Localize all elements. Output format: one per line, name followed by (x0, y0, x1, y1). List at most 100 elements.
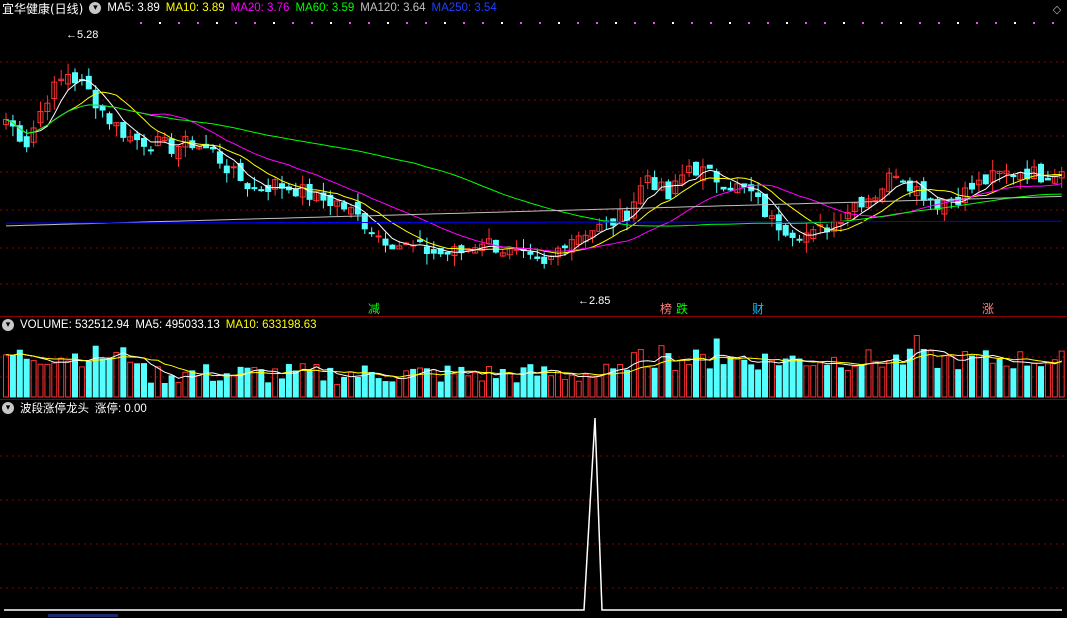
signal-dot (881, 22, 883, 24)
volume-bar-down (9, 355, 16, 398)
signal-dot (748, 22, 750, 24)
candle-down (251, 187, 258, 190)
signal-dot (387, 22, 389, 24)
signal-dot (349, 22, 351, 24)
indicator-chart[interactable] (0, 400, 1067, 618)
low-price-marker: ←2.85 (578, 295, 610, 307)
volume-bar-down (720, 364, 727, 398)
candle-down (72, 72, 78, 84)
volume-bar-down (762, 353, 768, 398)
volume-bar-up (1003, 365, 1010, 398)
volume-bar-up (196, 375, 203, 398)
volume-bar-down (216, 380, 223, 398)
volume-bar-down (210, 380, 216, 398)
volume-bar-up (975, 354, 982, 398)
volume-bar-down (492, 378, 499, 398)
volume-bar-down (858, 364, 865, 398)
indicator-settings-icon[interactable]: ▾ (2, 402, 14, 414)
signal-dot (767, 22, 769, 24)
candle-down (23, 136, 30, 148)
volume-bar-down (969, 355, 975, 398)
volume-bar-up (941, 354, 948, 398)
volume-settings-icon[interactable]: ▾ (2, 319, 14, 331)
volume-bar-up (472, 372, 479, 398)
volume-bar-up (417, 367, 423, 398)
volume-bar-down (354, 377, 361, 398)
volume-bar-down (423, 368, 430, 398)
signal-dot (995, 22, 997, 24)
settings-gear-icon[interactable]: ▾ (89, 2, 102, 14)
ma5-line (5, 79, 1062, 258)
signal-dot (919, 22, 921, 24)
volume-bar-down (534, 375, 541, 398)
volume-bar-up (913, 334, 920, 398)
signal-dot (159, 22, 161, 24)
candle-down (727, 187, 734, 191)
price-chart[interactable]: ←5.28 ←2.85 减 榜跌 财 涨 (0, 0, 1067, 316)
candle-down (541, 256, 548, 264)
volume-bar-down (237, 366, 244, 398)
horizontal-scrollbar[interactable] (0, 612, 1067, 618)
candle-down (389, 244, 396, 250)
signal-dot (425, 22, 427, 24)
signal-dot (1014, 22, 1016, 24)
signal-dot (615, 22, 617, 24)
signal-dot (691, 22, 693, 24)
volume-bar-up (803, 365, 810, 398)
indicator-panel[interactable]: ▾ 波段涨停龙头 涨停: 0.00 (0, 400, 1067, 618)
signal-dot (634, 22, 636, 24)
volume-bar-up (1017, 351, 1024, 398)
volume-bar-up (1058, 350, 1065, 398)
volume-bar-down (285, 364, 292, 398)
volume-bar-up (962, 351, 969, 398)
signal-dot (254, 22, 256, 24)
volume-bar-down (327, 367, 334, 398)
volume-bar-up (313, 364, 320, 398)
candle-down (1010, 175, 1017, 178)
volume-bar-down (706, 368, 713, 398)
candle-down (106, 113, 113, 125)
candle-up (375, 235, 382, 238)
volume-bar-down (106, 357, 113, 398)
candle-down (368, 232, 375, 235)
volume-bar-down (223, 373, 230, 398)
volume-bar-down (1010, 368, 1017, 398)
indicator-legend: ▾ 波段涨停龙头 涨停: 0.00 (0, 400, 147, 416)
legend-ma10: MA10: 3.89 (165, 2, 225, 14)
signal-dot (501, 22, 503, 24)
candle-down (534, 256, 541, 259)
volume-bar-up (699, 353, 706, 398)
limit-up-signal-line (4, 417, 1062, 611)
candle-down (969, 182, 975, 190)
candle-down (223, 165, 230, 174)
candle-down (693, 161, 699, 176)
volume-bar-down (837, 367, 844, 398)
candle-down (141, 137, 147, 147)
candle-down (210, 146, 216, 150)
volume-bar-up (154, 366, 161, 398)
signal-dot (216, 22, 218, 24)
volume-bar-down (1038, 366, 1044, 398)
event-tag: 涨 (982, 301, 994, 316)
volume-panel[interactable]: ▾ VOLUME: 532512.94 MA5: 495033.13 MA10:… (0, 317, 1067, 399)
candle-down (527, 251, 534, 255)
volume-bar-up (886, 360, 893, 398)
volume-bar-up (989, 362, 996, 398)
legend-ma5: MA5: 3.89 (107, 2, 160, 14)
price-panel[interactable]: 宜华健康(日线) ▾ MA5: 3.89 MA10: 3.89 MA20: 3.… (0, 0, 1067, 316)
candle-down (423, 246, 430, 254)
legend-ma60: MA60: 3.59 (295, 2, 355, 14)
volume-bar-down (382, 381, 389, 398)
signal-dot (463, 22, 465, 24)
volume-bar-up (113, 352, 120, 398)
volume-bar-up (78, 366, 85, 398)
volume-bar-down (520, 367, 527, 398)
candle-down (982, 174, 989, 185)
signal-dot (900, 22, 902, 24)
candle-down (417, 239, 423, 242)
candle-down (258, 189, 265, 192)
volume-bar-down (713, 338, 720, 398)
scrollbar-thumb[interactable] (48, 614, 118, 617)
volume-bar-up (810, 365, 817, 398)
volume-bar-down (782, 358, 789, 398)
